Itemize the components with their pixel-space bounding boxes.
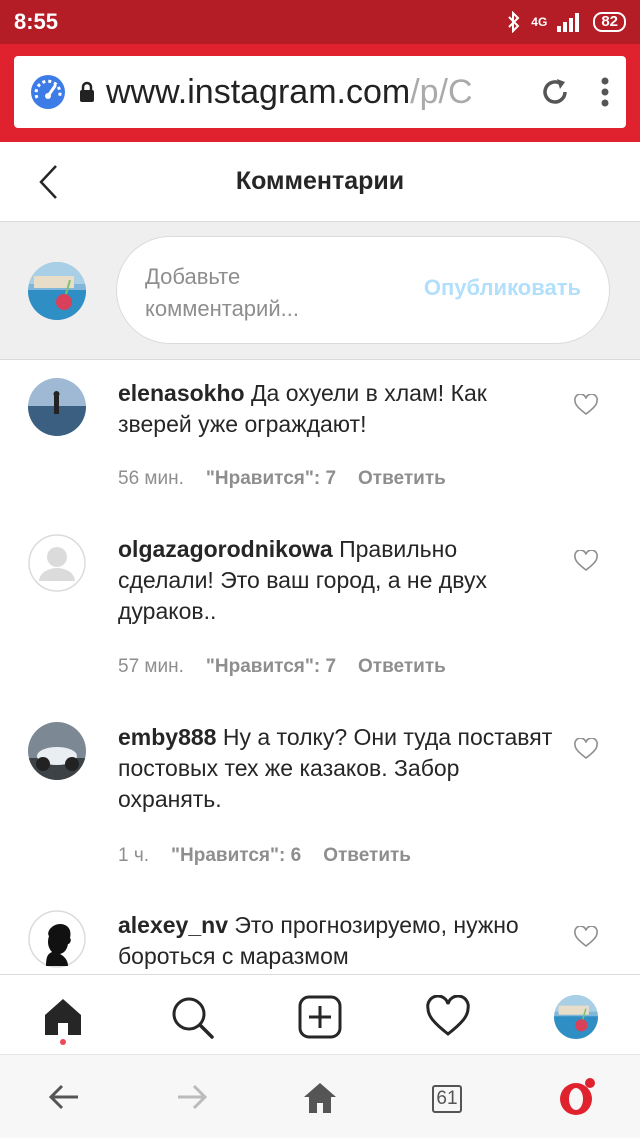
avatar[interactable] — [28, 378, 86, 436]
browser-toolbar: www.instagram.com/p/C — [0, 44, 640, 142]
forward-arrow-icon[interactable] — [172, 1077, 212, 1117]
avatar — [28, 262, 86, 320]
home-icon[interactable] — [300, 1077, 340, 1117]
comment-text: alexey_nv Это прогнозируемо, нужно борот… — [118, 910, 558, 972]
url-text[interactable]: www.instagram.com/p/C — [106, 73, 502, 112]
tab-count: 61 — [432, 1085, 462, 1113]
reload-icon[interactable] — [540, 77, 570, 107]
avatar[interactable] — [28, 534, 86, 592]
network-type: 4G — [531, 15, 548, 29]
reply-button[interactable]: Ответить — [358, 468, 446, 490]
comments-header: Комментарии — [0, 142, 640, 222]
comment-likes[interactable]: "Нравится": 7 — [206, 468, 336, 490]
comment-composer: Добавьте комментарий... Опубликовать — [0, 222, 640, 360]
comment-text: elenasokho Да охуели в хлам! Как зверей … — [118, 378, 558, 440]
comment-likes[interactable]: "Нравится": 7 — [206, 656, 336, 678]
comment-time: 57 мин. — [118, 656, 184, 677]
bottom-nav — [0, 974, 640, 1054]
url-path: /p/C — [410, 72, 473, 111]
bluetooth-icon — [508, 11, 520, 33]
comment-meta: 57 мин. "Нравится": 7 Ответить — [118, 656, 446, 678]
comment-time: 1 ч. — [118, 845, 150, 866]
search-icon[interactable] — [170, 995, 214, 1039]
status-bar: 8:55 4G 82 — [0, 0, 640, 44]
comment-username[interactable]: olgazagorodnikowa — [118, 536, 333, 562]
reply-button[interactable]: Ответить — [323, 845, 411, 867]
comment-meta: 56 мин. "Нравится": 7 Ответить — [118, 468, 446, 490]
profile-avatar[interactable] — [554, 995, 598, 1039]
like-heart-icon[interactable] — [574, 926, 598, 948]
back-arrow-icon[interactable] — [44, 1077, 84, 1117]
comment-meta: 1 ч. "Нравится": 6 Ответить — [118, 845, 411, 867]
status-time: 8:55 — [14, 9, 59, 34]
lock-icon — [80, 81, 94, 102]
menu-dots-icon[interactable] — [600, 77, 610, 107]
comments-list: elenasokho Да охуели в хлам! Как зверей … — [0, 360, 640, 974]
comment-time: 56 мин. — [118, 468, 184, 489]
notification-dot — [60, 1039, 66, 1045]
address-bar[interactable]: www.instagram.com/p/C — [14, 56, 626, 128]
like-heart-icon[interactable] — [574, 738, 598, 760]
battery-indicator: 82 — [593, 12, 626, 32]
comment-username[interactable]: emby888 — [118, 724, 216, 750]
comment-text: olgazagorodnikowa Правильно сделали! Это… — [118, 534, 558, 627]
url-domain: www.instagram.com — [106, 72, 411, 111]
url-actions — [540, 77, 610, 107]
avatar[interactable] — [28, 910, 86, 968]
speed-dial-icon[interactable] — [30, 74, 66, 110]
comment-likes[interactable]: "Нравится": 6 — [171, 845, 301, 867]
comment-input[interactable]: Добавьте комментарий... Опубликовать — [116, 236, 610, 344]
system-nav-bar: 61 — [0, 1054, 640, 1138]
comment-placeholder: Добавьте комментарий... — [145, 264, 299, 321]
add-post-icon[interactable] — [298, 995, 342, 1039]
opera-icon[interactable] — [556, 1077, 596, 1117]
page-title: Комментарии — [235, 167, 405, 195]
signal-icon — [557, 13, 580, 32]
comment-username[interactable]: alexey_nv — [118, 912, 228, 938]
comment-text: emby888 Ну а толку? Они туда поставят по… — [118, 722, 558, 815]
avatar[interactable] — [28, 722, 86, 780]
back-chevron-icon[interactable] — [36, 164, 62, 200]
like-heart-icon[interactable] — [574, 550, 598, 572]
publish-button[interactable]: Опубликовать — [424, 275, 581, 301]
status-icons: 4G 82 — [507, 11, 626, 33]
comment-username[interactable]: elenasokho — [118, 380, 245, 406]
home-icon[interactable] — [41, 995, 85, 1039]
activity-heart-icon[interactable] — [426, 995, 470, 1039]
tabs-button[interactable]: 61 — [432, 1077, 472, 1117]
like-heart-icon[interactable] — [574, 394, 598, 416]
reply-button[interactable]: Ответить — [358, 656, 446, 678]
